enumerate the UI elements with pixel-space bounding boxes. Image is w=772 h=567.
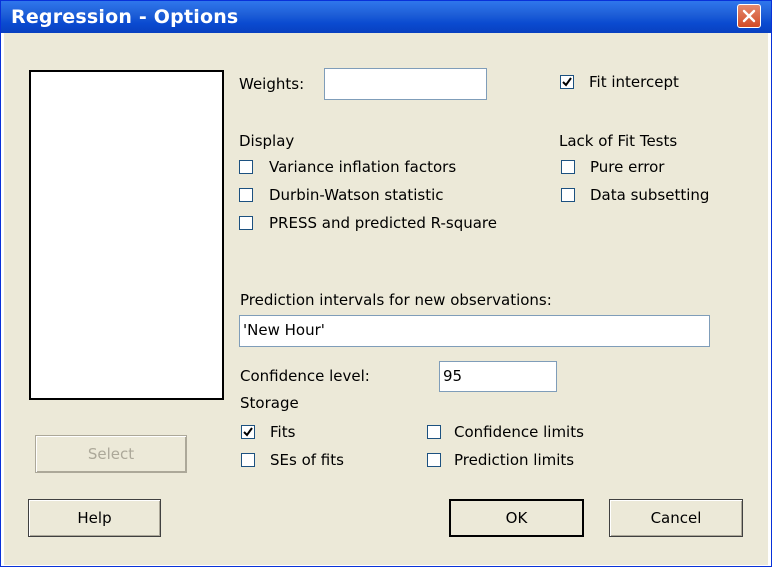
- fits-checkbox[interactable]: [241, 425, 255, 439]
- confidence-limits-checkbox[interactable]: [427, 425, 441, 439]
- window-title: Regression - Options: [11, 6, 239, 28]
- ok-button[interactable]: OK: [449, 499, 584, 537]
- title-bar[interactable]: Regression - Options: [1, 1, 771, 33]
- variance-inflation-label: Variance inflation factors: [269, 158, 457, 176]
- checkmark-icon: [243, 427, 253, 437]
- ses-of-fits-label: SEs of fits: [270, 451, 344, 469]
- prediction-limits-label: Prediction limits: [454, 451, 575, 469]
- prediction-limits-checkbox[interactable]: [427, 453, 441, 467]
- close-button[interactable]: [737, 4, 761, 28]
- select-button[interactable]: Select: [35, 435, 187, 473]
- confidence-level-input[interactable]: 95: [439, 361, 557, 392]
- data-subsetting-label: Data subsetting: [590, 186, 710, 204]
- press-r-square-label: PRESS and predicted R-square: [269, 214, 497, 232]
- storage-heading: Storage: [240, 394, 299, 412]
- lack-of-fit-heading: Lack of Fit Tests: [559, 132, 678, 150]
- prediction-intervals-input[interactable]: 'New Hour': [239, 315, 710, 347]
- durbin-watson-checkbox[interactable]: [239, 188, 253, 202]
- variables-listbox[interactable]: [29, 70, 224, 400]
- close-icon: [742, 9, 756, 23]
- pure-error-checkbox[interactable]: [561, 160, 575, 174]
- weights-input[interactable]: [324, 68, 487, 100]
- cancel-button[interactable]: Cancel: [609, 499, 743, 537]
- confidence-level-label: Confidence level:: [240, 367, 370, 385]
- display-heading: Display: [239, 132, 295, 150]
- checkmark-icon: [562, 77, 572, 87]
- fits-label: Fits: [270, 423, 296, 441]
- ses-of-fits-checkbox[interactable]: [241, 453, 255, 467]
- prediction-intervals-label: Prediction intervals for new observation…: [240, 291, 552, 309]
- weights-label: Weights:: [239, 75, 305, 93]
- durbin-watson-label: Durbin-Watson statistic: [269, 186, 444, 204]
- regression-options-dialog: Regression - Options Weights: Fit interc…: [0, 0, 772, 567]
- confidence-limits-label: Confidence limits: [454, 423, 584, 441]
- fit-intercept-label: Fit intercept: [589, 73, 679, 91]
- data-subsetting-checkbox[interactable]: [561, 188, 575, 202]
- fit-intercept-checkbox[interactable]: [560, 75, 574, 89]
- pure-error-label: Pure error: [590, 158, 665, 176]
- help-button[interactable]: Help: [28, 499, 161, 537]
- press-r-square-checkbox[interactable]: [239, 216, 253, 230]
- dialog-body: Weights: Fit intercept Display Variance …: [4, 33, 768, 565]
- variance-inflation-checkbox[interactable]: [239, 160, 253, 174]
